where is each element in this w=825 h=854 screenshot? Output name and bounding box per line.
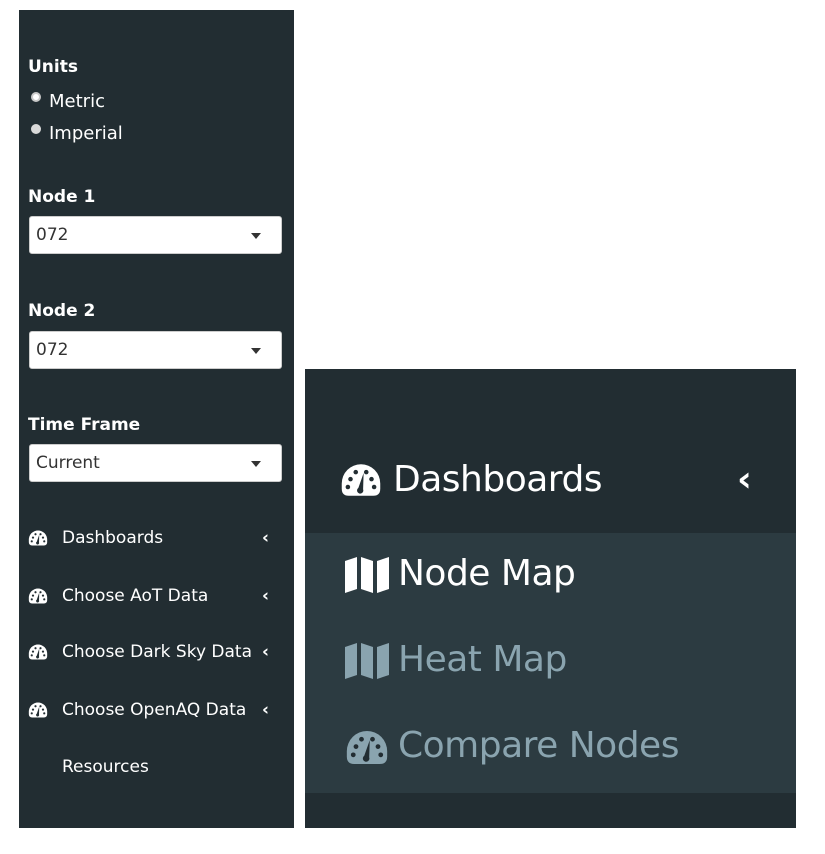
submenu-item-compare-nodes[interactable]: Compare Nodes	[305, 705, 796, 791]
zoomed-menu-panel: Dashboards ‹ Node Map Heat Map Compare N…	[305, 369, 796, 828]
dashboard-gauge-icon	[28, 529, 48, 547]
node2-label: Node 2	[28, 301, 96, 321]
time-frame-select[interactable]: Current	[29, 444, 282, 482]
submenu-label: Compare Nodes	[398, 725, 679, 766]
units-label: Units	[28, 57, 78, 77]
sidebar-item-choose-dark-sky-data[interactable]: Choose Dark Sky Data ‹	[19, 632, 294, 672]
menu-label: Choose AoT Data	[62, 586, 209, 606]
menu-label: Resources	[62, 757, 149, 777]
sidebar: Units Metric Imperial Node 1 072 Node 2 …	[19, 10, 294, 828]
radio-checked-icon	[31, 92, 41, 102]
map-icon	[345, 641, 389, 681]
submenu-label: Heat Map	[398, 639, 567, 680]
sidebar-item-dashboards[interactable]: Dashboards ‹	[19, 518, 294, 558]
dashboards-submenu: Node Map Heat Map Compare Nodes	[305, 533, 796, 793]
chevron-left-icon: ‹	[262, 586, 270, 606]
units-radio-metric[interactable]: Metric	[31, 90, 105, 112]
dashboard-gauge-icon	[28, 643, 48, 661]
dashboard-gauge-icon	[345, 729, 389, 766]
node1-label: Node 1	[28, 187, 96, 207]
sidebar-item-resources[interactable]: Resources	[19, 747, 294, 787]
chevron-left-icon: ‹	[262, 642, 270, 662]
time-frame-value: Current	[36, 453, 100, 473]
menu-label: Dashboards	[62, 528, 164, 548]
radio-metric-label: Metric	[49, 90, 105, 112]
dashboard-gauge-icon	[28, 701, 48, 719]
radio-unchecked-icon	[31, 124, 41, 134]
time-frame-label: Time Frame	[28, 415, 141, 435]
node1-select[interactable]: 072	[29, 216, 282, 254]
menu-label: Choose Dark Sky Data	[62, 642, 252, 662]
radio-imperial-label: Imperial	[49, 122, 123, 144]
dashboard-gauge-icon	[340, 462, 382, 498]
sidebar-item-choose-openaq-data[interactable]: Choose OpenAQ Data ‹	[19, 690, 294, 730]
menu-label: Choose OpenAQ Data	[62, 700, 247, 720]
zoom-dashboards-item[interactable]: Dashboards ‹	[305, 433, 796, 533]
chevron-left-icon: ‹	[262, 528, 270, 548]
submenu-item-heat-map[interactable]: Heat Map	[305, 619, 796, 705]
node2-value: 072	[36, 340, 69, 360]
map-icon	[345, 555, 389, 595]
zoom-dashboards-label: Dashboards	[393, 459, 603, 500]
submenu-item-node-map[interactable]: Node Map	[305, 533, 796, 619]
submenu-label: Node Map	[398, 553, 576, 594]
caret-down-icon	[251, 348, 261, 354]
node1-value: 072	[36, 225, 69, 245]
caret-down-icon	[251, 233, 261, 239]
units-radio-imperial[interactable]: Imperial	[31, 122, 123, 144]
chevron-left-icon: ‹	[737, 459, 752, 500]
dashboard-gauge-icon	[28, 587, 48, 605]
chevron-left-icon: ‹	[262, 700, 270, 720]
sidebar-item-choose-aot-data[interactable]: Choose AoT Data ‹	[19, 576, 294, 616]
node2-select[interactable]: 072	[29, 331, 282, 369]
caret-down-icon	[251, 461, 261, 467]
